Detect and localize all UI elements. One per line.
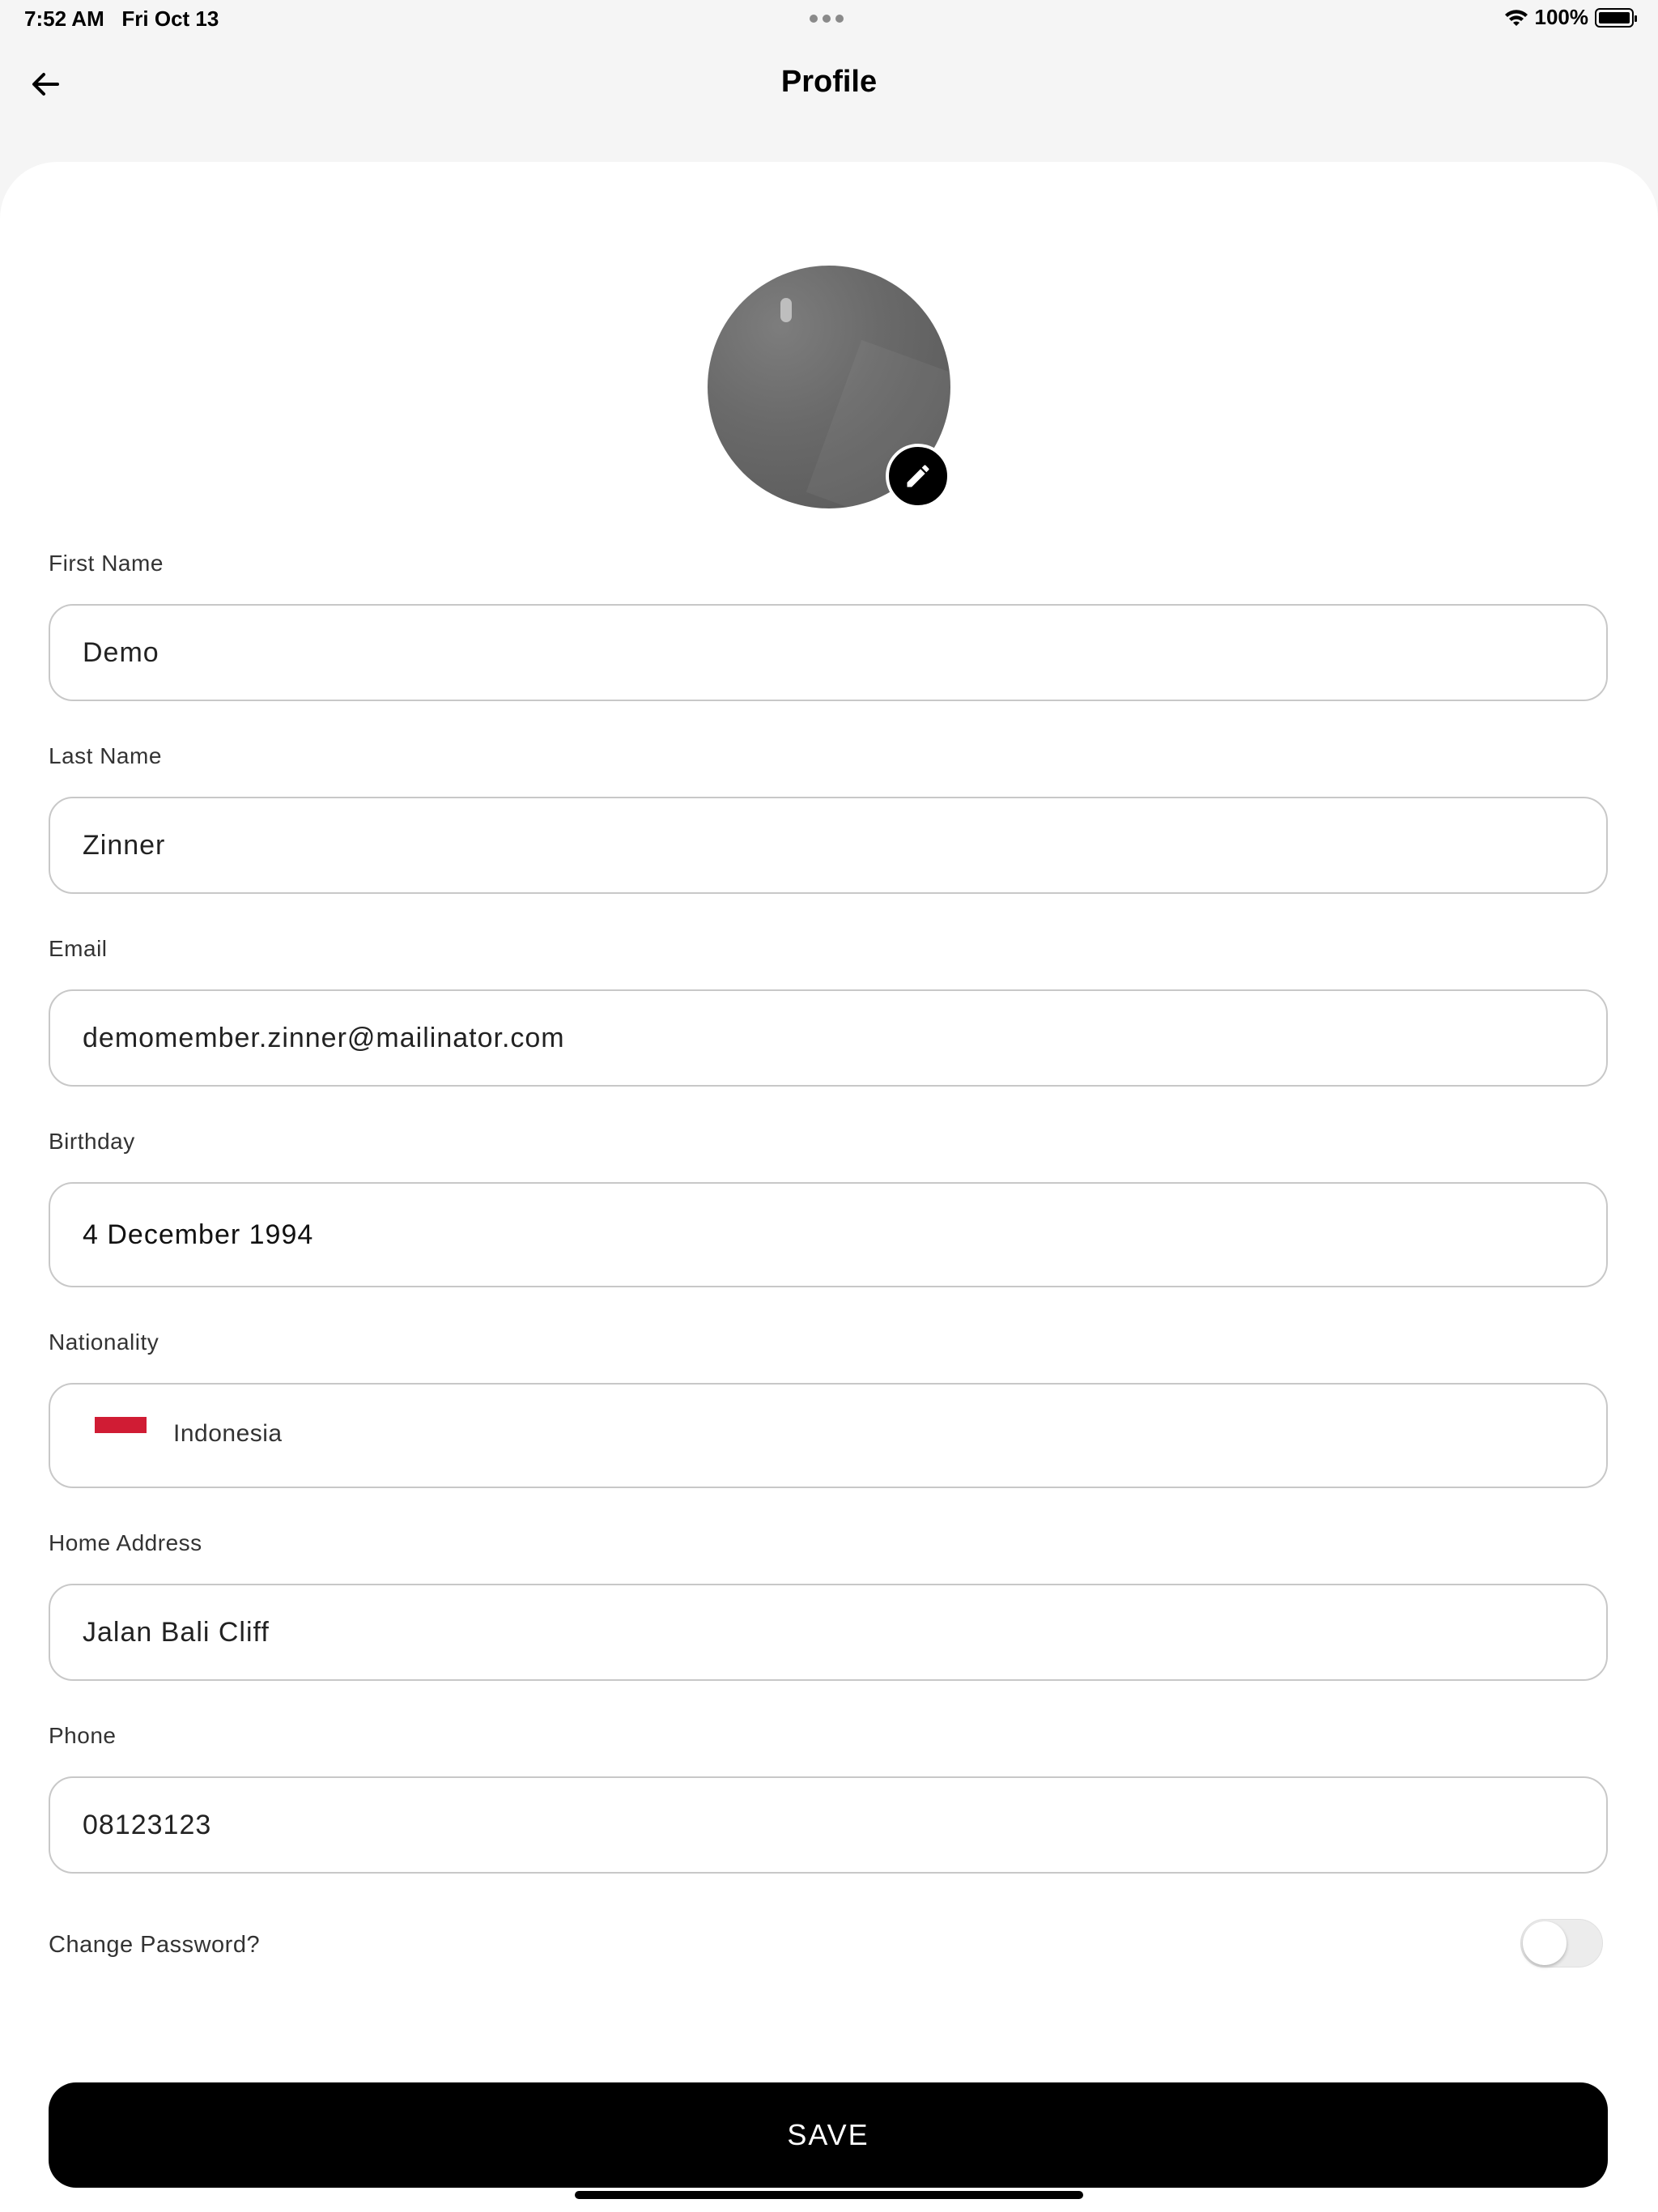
status-bar: 7:52 AM Fri Oct 13 100% (0, 0, 1658, 39)
edit-avatar-button[interactable] (886, 444, 950, 508)
multitasking-dots-icon[interactable] (810, 15, 844, 23)
battery-percent: 100% (1534, 5, 1589, 29)
nationality-select[interactable]: Indonesia (49, 1383, 1608, 1488)
birthday-input[interactable] (50, 1184, 1606, 1286)
status-time: 7:52 AM Fri Oct 13 (24, 6, 219, 32)
first-name-field (49, 604, 1608, 701)
first-name-input[interactable] (50, 606, 1606, 700)
toggle-knob (1523, 1921, 1567, 1965)
nationality-value: Indonesia (173, 1420, 283, 1447)
pencil-icon (907, 465, 929, 487)
home-address-field (49, 1584, 1608, 1681)
home-indicator (575, 2191, 1083, 2199)
first-name-label: First Name (49, 551, 164, 576)
indonesia-flag-icon (95, 1417, 147, 1449)
phone-field (49, 1776, 1608, 1874)
last-name-input[interactable] (50, 798, 1606, 892)
wifi-icon (1504, 9, 1528, 26)
header: Profile (0, 39, 1658, 128)
nationality-label: Nationality (49, 1329, 159, 1355)
status-time-text: 7:52 AM (24, 6, 104, 31)
change-password-toggle[interactable] (1520, 1919, 1603, 1967)
status-right: 100% (1504, 5, 1637, 30)
email-input[interactable] (50, 991, 1606, 1085)
last-name-label: Last Name (49, 743, 162, 768)
battery-icon (1595, 7, 1637, 28)
save-button[interactable]: SAVE (49, 2082, 1608, 2188)
phone-input[interactable] (50, 1778, 1606, 1872)
email-label: Email (49, 936, 108, 961)
avatar-container (708, 266, 950, 508)
phone-label: Phone (49, 1723, 117, 1748)
last-name-field (49, 797, 1608, 894)
status-date-text: Fri Oct 13 (121, 6, 219, 31)
page-title: Profile (780, 65, 878, 99)
birthday-label: Birthday (49, 1129, 135, 1154)
change-password-label: Change Password? (49, 1932, 261, 1958)
birthday-field (49, 1182, 1608, 1287)
email-field (49, 989, 1608, 1087)
home-address-label: Home Address (49, 1530, 202, 1555)
home-address-input[interactable] (50, 1585, 1606, 1679)
